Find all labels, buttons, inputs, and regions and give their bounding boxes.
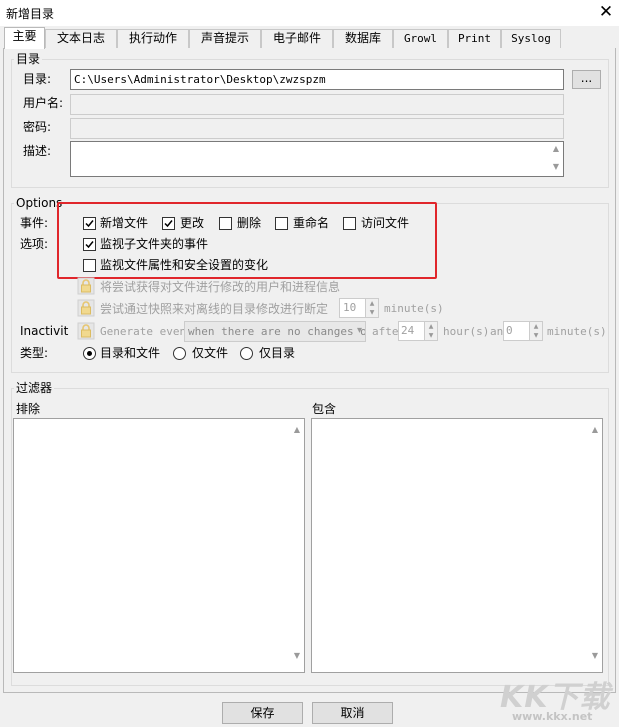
include-label: 包含	[312, 402, 337, 416]
tab-growl[interactable]: Growl	[393, 29, 448, 48]
description-textarea[interactable]: ▲ ▼	[70, 141, 564, 177]
and-label: an	[490, 325, 504, 338]
minutes-unit: minute(s)	[547, 325, 607, 338]
stepper-arrows-icon[interactable]: ▲ ▼	[365, 299, 378, 317]
label-files-only[interactable]: 仅文件	[192, 346, 228, 360]
tab-main[interactable]: 主要	[4, 27, 45, 49]
scroll-up-icon[interactable]: ▲	[588, 425, 602, 434]
close-icon[interactable]: ✕	[596, 2, 616, 22]
scroll-up-icon[interactable]: ▲	[549, 144, 563, 153]
tab-database[interactable]: 数据库	[333, 29, 393, 48]
snapshot-unit: minute(s)	[384, 302, 444, 315]
scroll-up-icon[interactable]: ▲	[290, 425, 304, 434]
directory-group-label: 目录	[14, 52, 43, 66]
stepper-arrows-icon[interactable]: ▲ ▼	[529, 322, 542, 340]
watermark-logo: KK下载 www.kkx.net	[500, 672, 615, 726]
path-value: C:\Users\Administrator\Desktop\zwzspzm	[74, 73, 326, 86]
options-label: 选项:	[20, 237, 49, 251]
hours-stepper[interactable]: 24 ▲ ▼	[398, 321, 438, 341]
lock-icon	[77, 299, 95, 317]
inactivity-label: Inactivit	[20, 324, 69, 338]
save-button[interactable]: 保存	[222, 702, 303, 724]
chevron-down-icon: ▾	[356, 325, 362, 336]
path-input[interactable]: C:\Users\Administrator\Desktop\zwzspzm	[70, 69, 564, 90]
include-scrollbar[interactable]: ▲ ▼	[588, 419, 602, 672]
type-label: 类型:	[20, 346, 49, 360]
include-list[interactable]: ▲ ▼	[311, 418, 603, 673]
radio-dirs-and-files[interactable]	[83, 347, 96, 360]
tab-text-log[interactable]: 文本日志	[45, 29, 117, 48]
minutes-stepper[interactable]: 0 ▲ ▼	[503, 321, 543, 341]
scroll-down-icon[interactable]: ▼	[290, 651, 304, 660]
window-title: 新增目录	[6, 7, 55, 21]
snapshot-minutes-stepper[interactable]: 10 ▲ ▼	[339, 298, 379, 318]
exclude-label: 排除	[16, 402, 41, 416]
label-snapshot[interactable]: 尝试通过快照来对离线的目录修改进行断定	[100, 302, 328, 316]
label-capture-user[interactable]: 将尝试获得对文件进行修改的用户和进程信息	[100, 280, 340, 294]
exclude-scrollbar[interactable]: ▲ ▼	[290, 419, 304, 672]
username-label: 用户名:	[23, 96, 64, 110]
tab-syslog[interactable]: Syslog	[501, 29, 561, 48]
tab-execute-action[interactable]: 执行动作	[117, 29, 189, 48]
radio-dirs-only[interactable]	[240, 347, 253, 360]
scroll-down-icon[interactable]: ▼	[549, 162, 563, 171]
stepper-arrows-icon[interactable]: ▲ ▼	[424, 322, 437, 340]
cancel-button[interactable]: 取消	[312, 702, 393, 724]
filter-group-label: 过滤器	[14, 381, 55, 395]
label-generate-event[interactable]: Generate event	[100, 325, 193, 338]
watermark-url: www.kkx.net	[512, 710, 593, 723]
highlight-box	[57, 202, 437, 279]
password-label: 密码:	[23, 120, 52, 134]
hours-unit: hour(s)	[443, 325, 490, 338]
description-label: 描述:	[23, 144, 52, 158]
inactivity-select[interactable]: when there are no changes o ▾	[184, 321, 366, 342]
lock-icon	[77, 277, 95, 295]
title-bar: 新增目录 ✕	[0, 0, 619, 26]
label-dirs-and-files[interactable]: 目录和文件	[100, 346, 160, 360]
scroll-down-icon[interactable]: ▼	[588, 651, 602, 660]
radio-files-only[interactable]	[173, 347, 186, 360]
browse-button[interactable]: ...	[572, 70, 601, 89]
path-label: 目录:	[23, 72, 52, 86]
tab-sound-alert[interactable]: 声音提示	[189, 29, 261, 48]
username-input[interactable]	[70, 94, 564, 115]
label-dirs-only[interactable]: 仅目录	[259, 346, 295, 360]
password-input[interactable]	[70, 118, 564, 139]
lock-icon	[77, 322, 95, 340]
tab-print[interactable]: Print	[448, 29, 501, 48]
events-label: 事件:	[20, 216, 49, 230]
exclude-list[interactable]: ▲ ▼	[13, 418, 305, 673]
tab-email[interactable]: 电子邮件	[261, 29, 333, 48]
